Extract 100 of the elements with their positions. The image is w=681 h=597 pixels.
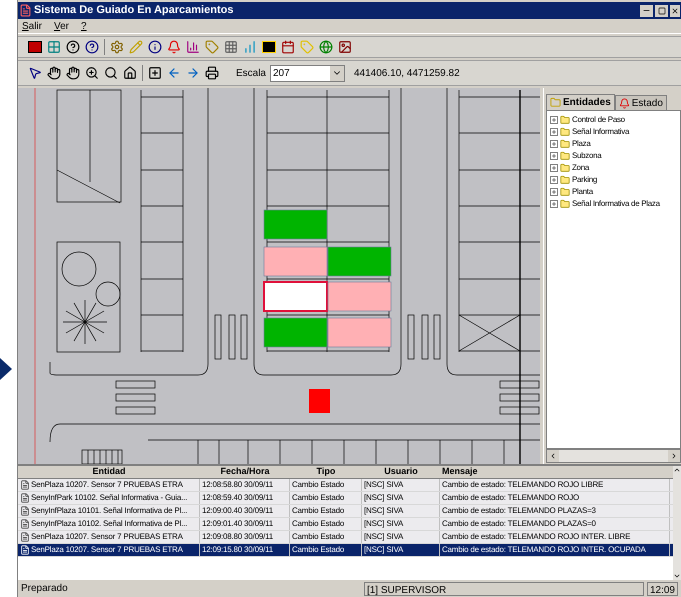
table-cell: 12:08:58.80 30/09/11 (202, 479, 274, 491)
vertical-scrollbar[interactable] (673, 464, 681, 580)
scroll-right-icon[interactable] (670, 452, 678, 460)
tag-icon[interactable] (202, 38, 221, 56)
folder-icon (560, 151, 570, 161)
column-header[interactable]: Mensaje (440, 466, 670, 478)
panel-tab[interactable]: Estado (614, 95, 667, 110)
scale-label: Escala (236, 66, 266, 80)
table-cell: SenPlaza 10207. Sensor 7 PRUEBAS ETRA (30, 531, 183, 543)
tree-item[interactable]: Parking (572, 174, 597, 186)
entity-icon (20, 480, 30, 490)
folder-icon (550, 97, 561, 108)
table-cell: 12:09:08.80 30/09/11 (202, 531, 274, 543)
table-cell: Cambio de estado: TELEMANDO ROJO LIBRE (442, 479, 604, 491)
expand-icon[interactable] (550, 176, 558, 184)
expand-icon[interactable] (550, 152, 558, 160)
window-title: Sistema De Guiado En Aparcamientos (34, 3, 234, 18)
table-cell: SenyInfPlaza 10101. Señal Informativa de Pl... (30, 505, 188, 517)
tree-item[interactable]: Señal Informativa (572, 126, 630, 138)
column-header[interactable]: Tipo (290, 466, 362, 478)
table-cell: [NSC] SIVA (364, 531, 404, 543)
tree-item[interactable]: Planta (572, 186, 593, 198)
tree-item[interactable]: Subzona (572, 150, 602, 162)
table-cell: SenPlaza 10207. Sensor 7 PRUEBAS ETRA (30, 544, 183, 556)
maximize-icon (658, 6, 666, 14)
globe-icon[interactable] (316, 38, 335, 56)
table-cell: Cambio de estado: TELEMANDO ROJO INTER. LIBRE (442, 531, 630, 543)
table-cell: [NSC] SIVA (364, 518, 404, 530)
table-cell: 12:09:15.80 30/09/11 (202, 544, 274, 556)
table-cell: Cambio Estado (292, 492, 344, 504)
tree-item[interactable]: Señal Informativa de Plaza (572, 198, 660, 210)
status-user: [1] SUPERVISOR (364, 582, 644, 596)
tree-item[interactable]: Zona (572, 162, 590, 174)
log-row[interactable]: SenyInfPark 10102. Señal Informativa - Guia... 12:08:59.40 30/09/11 Cambio Estado [NSC] SIVA Cambio de estado: TELEMANDO ROJO (18, 492, 673, 505)
arrow-icon (0, 358, 12, 380)
table-cell: Cambio de estado: TELEMANDO PLAZAS=0 (442, 518, 596, 530)
maximize-button[interactable] (655, 4, 668, 16)
expand-icon[interactable] (550, 128, 558, 136)
scale-dropdown[interactable]: 207 (270, 64, 345, 82)
menu-item[interactable]: Ver (54, 18, 70, 34)
folder-icon (560, 115, 570, 125)
hand-icon[interactable] (44, 64, 63, 82)
minimize-button[interactable] (640, 4, 653, 16)
log-row[interactable]: SenPlaza 10207. Sensor 7 PRUEBAS ETRA 12:09:08.80 30/09/11 Cambio Estado [NSC] SIVA Cambio de estado: TELEMANDO ROJO INTER. LIBRE (18, 531, 673, 544)
table-cell: Cambio de estado: TELEMANDO PLAZAS=3 (442, 505, 596, 517)
entity-icon (20, 519, 30, 529)
table-cell: Cambio Estado (292, 505, 344, 517)
entity-icon (20, 532, 30, 542)
scroll-up-icon[interactable] (673, 466, 681, 474)
table-cell: [NSC] SIVA (364, 505, 404, 517)
table-cell: 12:09:00.40 30/09/11 (202, 505, 274, 517)
log-row[interactable]: SenyInfPlaza 10101. Señal Informativa de Pl... 12:09:00.40 30/09/11 Cambio Estado [NSC] SIVA Cambio de estado: TELEMANDO PLAZAS=3 (18, 505, 673, 518)
bell-icon (618, 98, 630, 108)
folder-icon (560, 163, 570, 173)
log-row[interactable]: SenPlaza 10207. Sensor 7 PRUEBAS ETRA 12:09:15.80 30/09/11 Cambio Estado [NSC] SIVA Cambio de estado: TELEMANDO ROJO INTER. OCUPADA (18, 544, 673, 557)
close-icon (671, 6, 679, 14)
table-cell: Cambio Estado (292, 479, 344, 491)
table-cell: [NSC] SIVA (364, 479, 404, 491)
folder-icon (560, 139, 570, 149)
column-header[interactable]: Fecha/Hora (200, 466, 290, 478)
expand-icon[interactable] (550, 116, 558, 124)
column-header[interactable]: Entidad (18, 466, 200, 478)
table-cell: 12:08:59.40 30/09/11 (202, 492, 274, 504)
close-button[interactable] (670, 4, 680, 16)
parking-space[interactable] (262, 281, 328, 312)
table-cell: Cambio Estado (292, 531, 344, 543)
tree-item[interactable]: Plaza (572, 138, 590, 150)
tree-item[interactable]: Control de Paso (572, 114, 625, 126)
scroll-down-icon[interactable] (673, 572, 681, 580)
help-icon[interactable] (82, 38, 101, 56)
table-cell: SenyInfPark 10102. Señal Informativa - Guia... (30, 492, 188, 504)
expand-icon[interactable] (550, 200, 558, 208)
status-message: Preparado (20, 582, 69, 596)
log-row[interactable]: SenyInfPlaza 10102. Señal Informativa de Pl... 12:09:01.40 30/09/11 Cambio Estado [NSC] SIVA Cambio de estado: TELEMANDO PLAZAS=0 (18, 518, 673, 531)
panel-tab[interactable]: Entidades (546, 94, 615, 110)
menu-item[interactable]: Salir (22, 18, 42, 34)
folder-icon (560, 187, 570, 197)
entity-icon (20, 493, 30, 503)
help-icon[interactable] (64, 38, 82, 56)
table-cell: Cambio de estado: TELEMANDO ROJO (442, 492, 580, 504)
printer-icon[interactable] (202, 64, 221, 82)
entity-icon (20, 545, 30, 555)
info-icon[interactable] (146, 38, 164, 56)
table-cell: Cambio Estado (292, 544, 344, 556)
status-time: 12:09 (646, 582, 678, 596)
expand-icon[interactable] (550, 140, 558, 148)
expand-icon[interactable] (550, 164, 558, 172)
log-row[interactable]: SenPlaza 10207. Sensor 7 PRUEBAS ETRA 12:08:58.80 30/09/11 Cambio Estado [NSC] SIVA Cambio de estado: TELEMANDO ROJO LIBRE (18, 479, 673, 492)
table-cell: SenPlaza 10207. Sensor 7 PRUEBAS ETRA (30, 479, 183, 491)
folder-icon (560, 127, 570, 137)
table-cell: SenyInfPlaza 10102. Señal Informativa de Pl... (30, 518, 188, 530)
expand-icon[interactable] (550, 188, 558, 196)
column-header[interactable]: Usuario (362, 466, 440, 478)
folder-icon (560, 175, 570, 185)
sensor-marker[interactable] (308, 389, 330, 413)
table-cell: [NSC] SIVA (364, 492, 404, 504)
horizontal-scrollbar[interactable] (546, 449, 681, 463)
menu-item[interactable]: ? (81, 18, 87, 34)
hand-icon[interactable] (64, 64, 82, 82)
coordinates-text: 441406.10, 4471259.82 (354, 66, 460, 80)
